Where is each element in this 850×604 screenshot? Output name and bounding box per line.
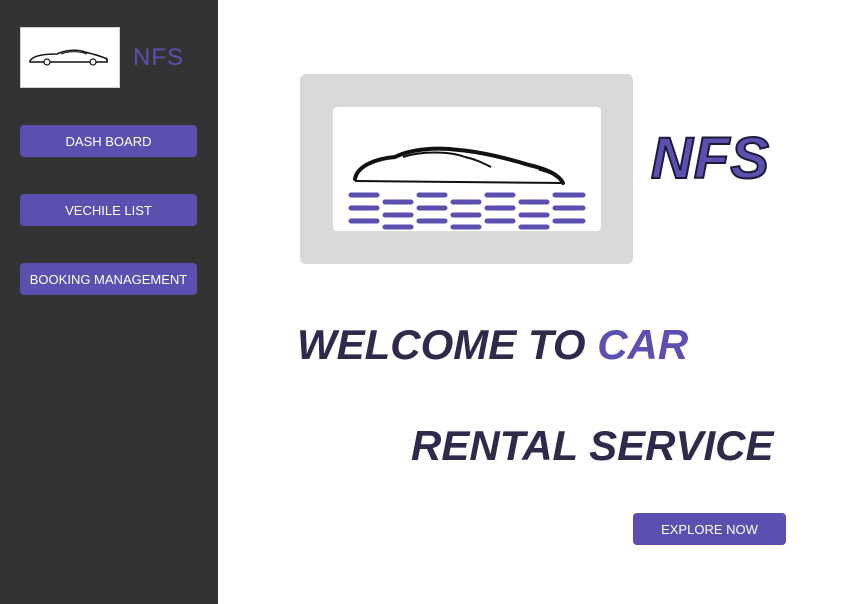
- rental-service-heading: RENTAL SERVICE: [411, 422, 774, 469]
- dashboard-button[interactable]: DASH BOARD: [20, 125, 197, 157]
- logo: [20, 27, 120, 88]
- welcome-accent: CAR: [597, 321, 689, 368]
- brand-name: NFS: [133, 44, 184, 71]
- welcome-heading: WELCOME TO CAR: [297, 324, 688, 366]
- vehicle-list-button[interactable]: VECHILE LIST: [20, 194, 197, 226]
- car-logo-icon: [348, 146, 586, 230]
- booking-management-button[interactable]: BOOKING MANAGEMENT: [20, 263, 197, 295]
- sidebar: NFS DASH BOARD VECHILE LIST BOOKING MANA…: [0, 0, 218, 604]
- welcome-prefix: WELCOME TO: [297, 321, 598, 368]
- hero-brand: NFS: [650, 126, 770, 191]
- hero-image: [333, 107, 601, 231]
- hero-image-frame: [300, 74, 633, 264]
- explore-now-button[interactable]: EXPLORE NOW: [633, 513, 786, 545]
- car-silhouette-icon: [29, 49, 108, 66]
